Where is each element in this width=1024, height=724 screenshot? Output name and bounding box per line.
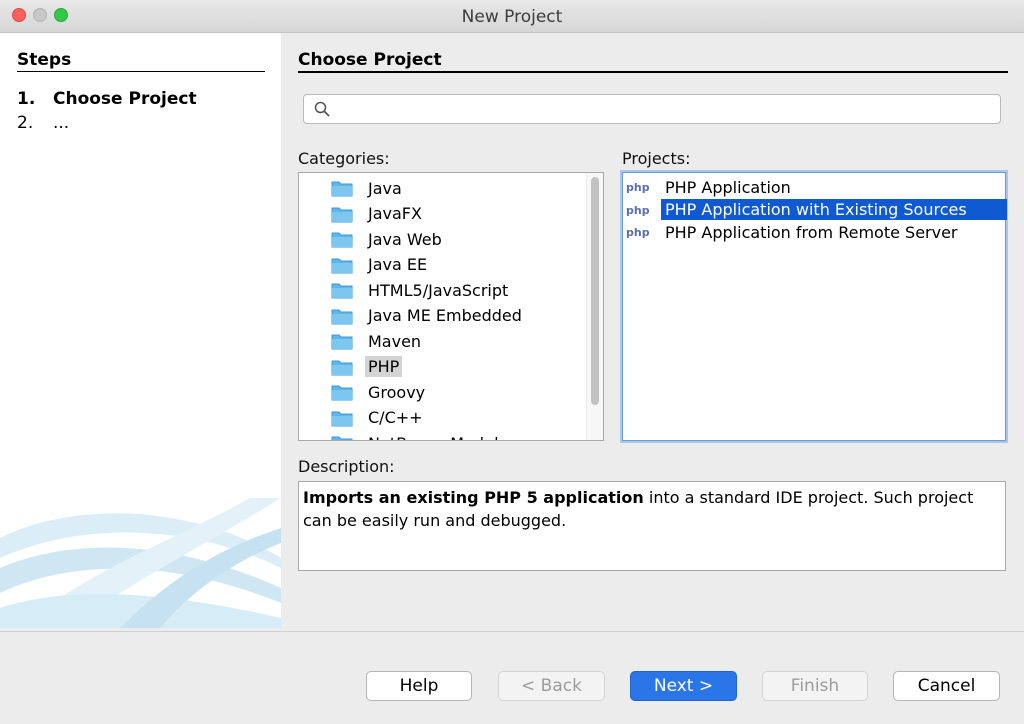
project-item[interactable]: php PHP Application with Existing Sources — [625, 199, 1007, 221]
description-text: Imports an existing PHP 5 application in… — [298, 481, 1006, 571]
category-item[interactable]: PHP — [331, 355, 403, 379]
search-icon — [314, 101, 330, 117]
project-item[interactable]: php PHP Application — [625, 176, 795, 198]
php-icon: php — [626, 226, 649, 239]
category-item[interactable]: Maven — [331, 329, 424, 353]
svg-text:php: php — [626, 204, 649, 217]
category-label: NetBeans Modules — [365, 433, 520, 441]
cancel-button[interactable]: Cancel — [893, 671, 1000, 701]
step-label: Choose Project — [53, 89, 197, 109]
step-number: 2. — [17, 113, 34, 133]
category-label: HTML5/JavaScript — [368, 280, 509, 300]
category-label: Maven — [368, 331, 422, 351]
help-button[interactable]: Help — [366, 671, 472, 701]
category-item[interactable]: NetBeans Modules — [331, 431, 520, 441]
category-item[interactable]: Java ME Embedded — [331, 304, 525, 328]
categories-label: Categories: — [298, 149, 390, 168]
description-bold: Imports an existing PHP 5 application — [303, 488, 644, 507]
panel-divider — [298, 71, 1008, 73]
category-item[interactable]: Groovy — [331, 380, 428, 404]
search-field[interactable] — [303, 94, 1001, 124]
php-icon: php — [626, 181, 649, 194]
category-item[interactable]: Java — [331, 176, 405, 200]
svg-text:php: php — [626, 226, 649, 239]
steps-panel: Steps 1. Choose Project 2.... — [0, 33, 281, 628]
folder-icon — [331, 385, 353, 401]
folder-icon — [331, 309, 353, 324]
projects-label: Projects: — [622, 149, 691, 168]
step-item-next: 2.... — [17, 113, 69, 133]
php-icon: php — [626, 204, 649, 217]
category-label: Java Web — [368, 229, 442, 249]
folder-icon — [331, 411, 353, 426]
folder-icon — [331, 258, 353, 273]
category-label: PHP — [365, 356, 403, 377]
project-item[interactable]: php PHP Application from Remote Server — [625, 221, 962, 243]
steps-title: Steps — [17, 50, 72, 70]
folder-icon — [331, 334, 353, 350]
step-label: ... — [53, 113, 70, 133]
back-button[interactable]: < Back — [498, 671, 605, 701]
button-bar-divider — [0, 631, 1024, 632]
categories-scrollbar-thumb[interactable] — [591, 177, 599, 405]
category-label: C/C++ — [368, 408, 423, 427]
categories-scrollbar[interactable] — [586, 173, 603, 440]
next-button[interactable]: Next > — [630, 671, 737, 701]
category-item[interactable]: JavaFX — [331, 202, 425, 226]
panel-title: Choose Project — [298, 50, 442, 70]
search-input[interactable] — [338, 98, 992, 122]
folder-icon — [331, 360, 353, 375]
window-title: New Project — [461, 7, 563, 27]
svg-text:php: php — [626, 181, 649, 194]
folder-icon — [331, 283, 353, 299]
folder-icon — [331, 436, 353, 440]
description-label: Description: — [298, 457, 395, 476]
project-label: PHP Application with Existing Sources — [661, 199, 1007, 220]
title-bar: New Project — [0, 0, 1024, 33]
category-item[interactable]: Java EE — [331, 253, 430, 277]
steps-divider — [17, 71, 265, 72]
category-label: Java — [368, 178, 402, 198]
folder-icon — [331, 181, 353, 197]
category-label: Java ME Embedded — [368, 306, 522, 325]
step-item-choose-project: 1. Choose Project — [17, 89, 197, 109]
finish-button[interactable]: Finish — [762, 671, 868, 701]
category-label: JavaFX — [368, 204, 422, 223]
projects-list[interactable]: php PHP Application php PHP Application wit… — [622, 172, 1007, 441]
folder-icon — [331, 207, 353, 222]
project-label: PHP Application from Remote Server — [665, 222, 958, 242]
category-item[interactable]: C/C++ — [331, 406, 426, 430]
step-number: 1. — [17, 89, 36, 109]
category-item[interactable]: Java Web — [331, 227, 445, 251]
category-item[interactable]: HTML5/JavaScript — [331, 278, 511, 302]
category-label: Groovy — [368, 382, 426, 402]
folder-icon — [331, 232, 353, 248]
project-label: PHP Application — [665, 177, 791, 197]
wizard-decoration-image — [0, 498, 281, 628]
category-label: Java EE — [368, 255, 428, 274]
categories-list[interactable]: Java JavaFX Java Web Java EE HTML5/JavaScrip… — [298, 172, 604, 441]
